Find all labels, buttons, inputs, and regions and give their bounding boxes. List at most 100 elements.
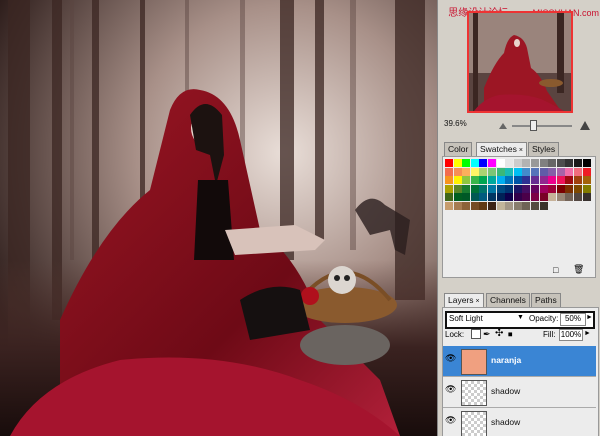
swatch[interactable]	[548, 193, 557, 202]
zoom-percentage[interactable]: 39.6%	[444, 119, 467, 128]
swatch[interactable]	[445, 202, 453, 210]
swatch[interactable]	[531, 202, 539, 210]
swatch[interactable]	[470, 184, 479, 193]
tab-layers[interactable]: Layers ×	[444, 293, 484, 307]
swatch[interactable]	[496, 159, 505, 167]
swatch[interactable]	[479, 184, 488, 193]
swatch[interactable]	[496, 167, 505, 176]
document-canvas[interactable]	[0, 0, 437, 436]
swatch[interactable]	[539, 193, 548, 202]
swatch[interactable]	[479, 202, 488, 210]
swatch[interactable]	[505, 159, 514, 167]
lock-transparent-icon[interactable]	[471, 329, 481, 339]
swatch[interactable]	[505, 184, 514, 193]
swatch[interactable]	[496, 176, 505, 185]
swatch[interactable]	[574, 167, 582, 176]
swatch[interactable]	[505, 193, 514, 202]
swatch[interactable]	[462, 167, 471, 176]
new-swatch-icon[interactable]: □	[553, 265, 558, 275]
swatch[interactable]	[513, 167, 522, 176]
swatch[interactable]	[522, 202, 531, 210]
swatch[interactable]	[488, 202, 496, 210]
swatch[interactable]	[445, 176, 453, 185]
swatch[interactable]	[539, 176, 548, 185]
swatch[interactable]	[462, 202, 471, 210]
swatch[interactable]	[539, 184, 548, 193]
opacity-input[interactable]: 50%	[560, 313, 586, 326]
swatch[interactable]	[574, 184, 582, 193]
swatch[interactable]	[574, 193, 582, 202]
swatch[interactable]	[531, 193, 539, 202]
swatch[interactable]	[488, 159, 496, 167]
swatch[interactable]	[488, 193, 496, 202]
swatch[interactable]	[539, 167, 548, 176]
swatch[interactable]	[565, 193, 574, 202]
tab-styles[interactable]: Styles	[528, 142, 560, 156]
swatch[interactable]	[513, 202, 522, 210]
swatch[interactable]	[470, 202, 479, 210]
swatch[interactable]	[445, 193, 453, 202]
blend-mode-select[interactable]: Soft Light	[449, 314, 483, 323]
swatch[interactable]	[539, 202, 548, 210]
swatch[interactable]	[453, 167, 462, 176]
swatch[interactable]	[574, 159, 582, 167]
swatch[interactable]	[462, 184, 471, 193]
swatch[interactable]	[548, 176, 557, 185]
swatch[interactable]	[496, 202, 505, 210]
swatch[interactable]	[556, 176, 565, 185]
swatch[interactable]	[470, 167, 479, 176]
swatch[interactable]	[496, 184, 505, 193]
trash-icon[interactable]: 🗑	[573, 264, 584, 275]
swatch[interactable]	[453, 159, 462, 167]
swatch[interactable]	[445, 184, 453, 193]
tab-channels[interactable]: Channels	[486, 293, 530, 307]
swatch[interactable]	[582, 167, 591, 176]
swatch[interactable]	[479, 167, 488, 176]
swatch[interactable]	[565, 184, 574, 193]
swatch[interactable]	[445, 159, 453, 167]
zoom-slider-handle[interactable]	[530, 120, 537, 131]
tab-swatches[interactable]: Swatches ×	[476, 142, 527, 156]
zoom-out-icon[interactable]	[498, 120, 508, 130]
swatch[interactable]	[565, 159, 574, 167]
swatch[interactable]	[513, 193, 522, 202]
swatch[interactable]	[453, 176, 462, 185]
swatch[interactable]	[548, 167, 557, 176]
close-icon[interactable]: ×	[519, 147, 523, 154]
swatch[interactable]	[479, 193, 488, 202]
layer-row[interactable]: 👁 naranja	[443, 346, 596, 377]
fill-input[interactable]: 100%	[559, 329, 583, 341]
swatch[interactable]	[582, 184, 591, 193]
swatch[interactable]	[453, 193, 462, 202]
swatch[interactable]	[513, 159, 522, 167]
swatch[interactable]	[556, 184, 565, 193]
swatch[interactable]	[470, 159, 479, 167]
swatch[interactable]	[470, 176, 479, 185]
swatch[interactable]	[556, 159, 565, 167]
swatch[interactable]	[496, 193, 505, 202]
swatch[interactable]	[505, 167, 514, 176]
swatch[interactable]	[479, 159, 488, 167]
swatch[interactable]	[548, 184, 557, 193]
swatch[interactable]	[522, 159, 531, 167]
swatch[interactable]	[582, 193, 591, 202]
swatch[interactable]	[453, 184, 462, 193]
swatch[interactable]	[488, 184, 496, 193]
eye-icon[interactable]: 👁	[445, 415, 457, 427]
swatch[interactable]	[531, 184, 539, 193]
swatch[interactable]	[582, 176, 591, 185]
swatch[interactable]	[574, 176, 582, 185]
lock-paint-icon[interactable]: ✒	[483, 329, 491, 340]
swatch[interactable]	[462, 159, 471, 167]
close-icon[interactable]: ×	[476, 298, 480, 305]
swatch[interactable]	[522, 184, 531, 193]
tab-color[interactable]: Color	[444, 142, 473, 156]
swatch[interactable]	[488, 176, 496, 185]
swatch[interactable]	[582, 159, 591, 167]
swatch[interactable]	[531, 167, 539, 176]
chevron-down-icon[interactable]: ▼	[517, 314, 524, 321]
swatch[interactable]	[505, 202, 514, 210]
swatch[interactable]	[462, 193, 471, 202]
swatch[interactable]	[531, 176, 539, 185]
swatch[interactable]	[513, 176, 522, 185]
